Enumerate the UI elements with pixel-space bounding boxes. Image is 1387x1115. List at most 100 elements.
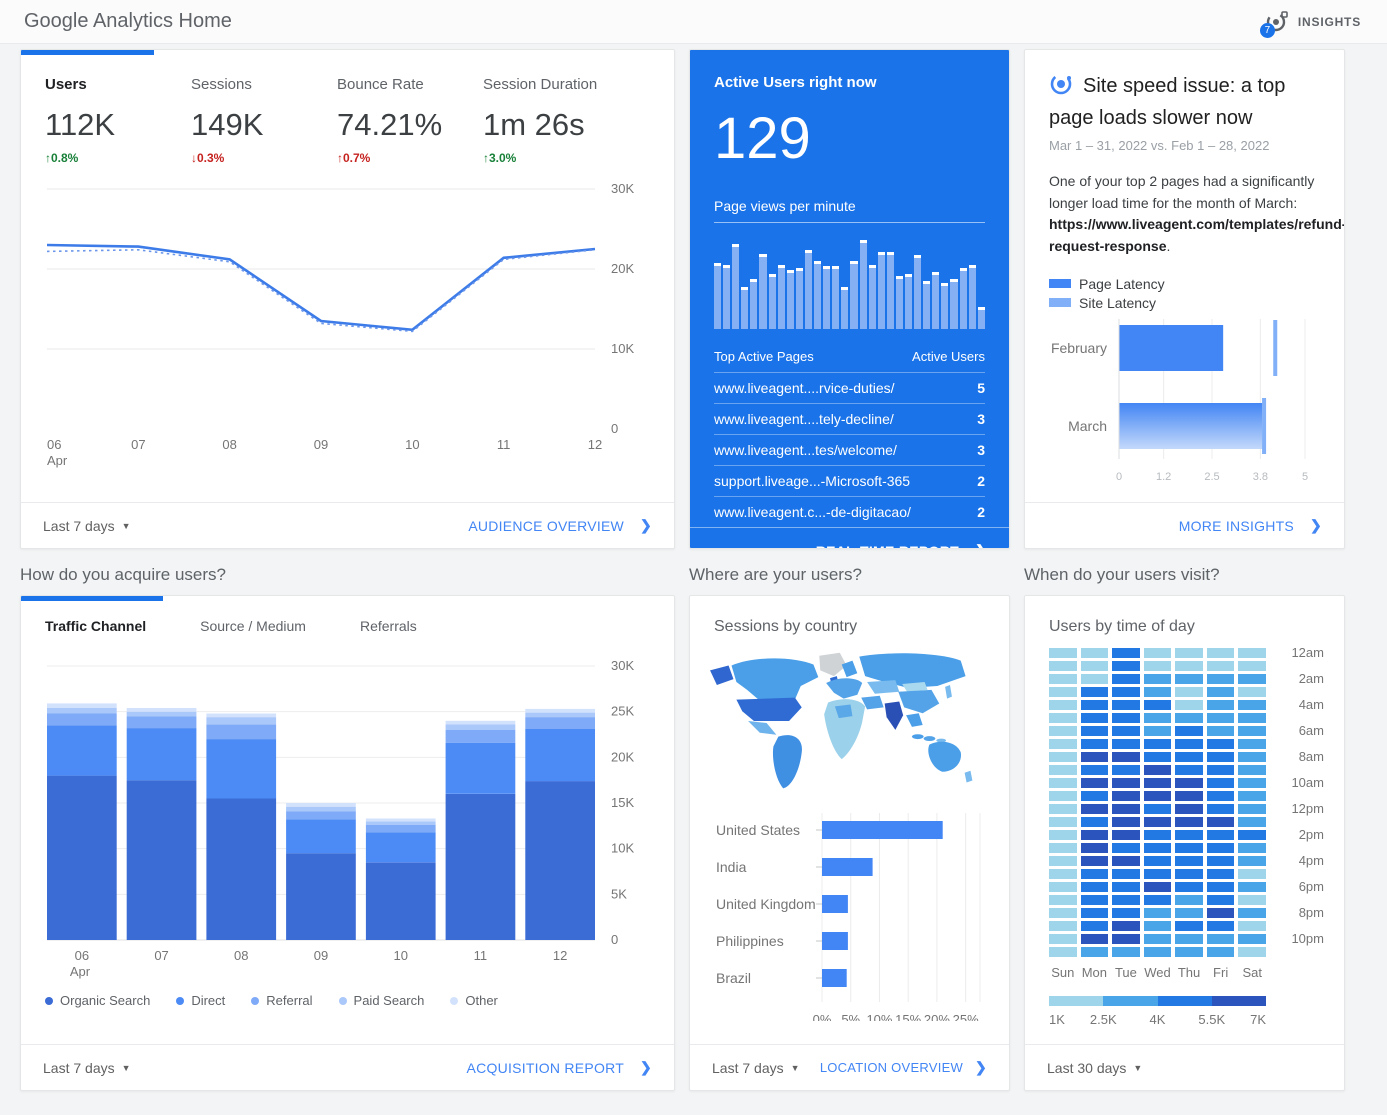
active-page-row[interactable]: support.liveage...-Microsoft-3652 [714,465,985,496]
heatmap-cell-mon-18[interactable] [1081,882,1109,892]
heatmap-cell-thu-10[interactable] [1175,778,1203,788]
heatmap-cell-fri-14[interactable] [1207,830,1235,840]
heatmap-cell-thu-17[interactable] [1175,869,1203,879]
tab-source-medium[interactable]: Source / Medium [200,618,306,634]
heatmap-cell-thu-18[interactable] [1175,882,1203,892]
heatmap-cell-sat-3[interactable] [1238,687,1266,697]
heatmap-cell-sat-6[interactable] [1238,726,1266,736]
heatmap-cell-thu-6[interactable] [1175,726,1203,736]
heatmap-cell-sun-20[interactable] [1049,908,1077,918]
heatmap-cell-wed-23[interactable] [1144,947,1172,957]
more-insights-link[interactable]: MORE INSIGHTS ❯ [1179,517,1322,534]
heatmap-cell-wed-14[interactable] [1144,830,1172,840]
heatmap-cell-fri-4[interactable] [1207,700,1235,710]
metric-users[interactable]: Users112K↑0.8% [45,76,191,165]
heatmap-cell-mon-0[interactable] [1081,648,1109,658]
heatmap-cell-thu-11[interactable] [1175,791,1203,801]
heatmap-cell-sat-22[interactable] [1238,934,1266,944]
heatmap-cell-tue-9[interactable] [1112,765,1140,775]
heatmap-cell-wed-5[interactable] [1144,713,1172,723]
heatmap-cell-sat-0[interactable] [1238,648,1266,658]
heatmap-cell-sun-21[interactable] [1049,921,1077,931]
heatmap-cell-mon-4[interactable] [1081,700,1109,710]
map-region-europe[interactable] [826,678,862,698]
heatmap-cell-mon-12[interactable] [1081,804,1109,814]
heatmap-cell-sat-4[interactable] [1238,700,1266,710]
heatmap-cell-sun-7[interactable] [1049,739,1077,749]
heatmap-cell-tue-19[interactable] [1112,895,1140,905]
tab-referrals[interactable]: Referrals [360,618,417,634]
map-region-united-states[interactable] [736,698,801,721]
heatmap-cell-tue-6[interactable] [1112,726,1140,736]
heatmap-cell-fri-19[interactable] [1207,895,1235,905]
heatmap-cell-mon-16[interactable] [1081,856,1109,866]
heatmap-cell-sat-5[interactable] [1238,713,1266,723]
date-range-dropdown[interactable]: Last 30 days ▼ [1047,1060,1142,1076]
heatmap-cell-wed-22[interactable] [1144,934,1172,944]
heatmap-cell-wed-6[interactable] [1144,726,1172,736]
heatmap-cell-wed-9[interactable] [1144,765,1172,775]
map-region-central-asia[interactable] [867,680,899,694]
heatmap-cell-sat-15[interactable] [1238,843,1266,853]
heatmap-cell-sun-10[interactable] [1049,778,1077,788]
map-region-canada[interactable] [732,658,819,701]
heatmap-cell-tue-8[interactable] [1112,752,1140,762]
date-range-dropdown[interactable]: Last 7 days ▼ [712,1060,800,1076]
heatmap-cell-sat-8[interactable] [1238,752,1266,762]
heatmap-cell-tue-12[interactable] [1112,804,1140,814]
heatmap-cell-tue-15[interactable] [1112,843,1140,853]
heatmap-cell-tue-10[interactable] [1112,778,1140,788]
heatmap-cell-sun-12[interactable] [1049,804,1077,814]
heatmap-cell-wed-15[interactable] [1144,843,1172,853]
audience-overview-link[interactable]: AUDIENCE OVERVIEW ❯ [468,517,652,534]
heatmap-cell-fri-13[interactable] [1207,817,1235,827]
heatmap-cell-thu-12[interactable] [1175,804,1203,814]
insights-button[interactable]: 7 INSIGHTS [1262,8,1361,36]
heatmap-cell-wed-2[interactable] [1144,674,1172,684]
active-page-row[interactable]: www.liveagent....rvice-duties/5 [714,372,985,403]
heatmap-cell-fri-12[interactable] [1207,804,1235,814]
heatmap-cell-sun-0[interactable] [1049,648,1077,658]
heatmap-cell-mon-9[interactable] [1081,765,1109,775]
heatmap-cell-tue-7[interactable] [1112,739,1140,749]
heatmap-cell-mon-3[interactable] [1081,687,1109,697]
heatmap-cell-sun-9[interactable] [1049,765,1077,775]
heatmap-cell-sat-1[interactable] [1238,661,1266,671]
heatmap-cell-fri-1[interactable] [1207,661,1235,671]
heatmap-cell-fri-20[interactable] [1207,908,1235,918]
heatmap-cell-tue-20[interactable] [1112,908,1140,918]
heatmap-cell-thu-0[interactable] [1175,648,1203,658]
heatmap-cell-sun-16[interactable] [1049,856,1077,866]
heatmap-cell-mon-11[interactable] [1081,791,1109,801]
heatmap-cell-thu-13[interactable] [1175,817,1203,827]
heatmap-cell-mon-15[interactable] [1081,843,1109,853]
heatmap-cell-mon-7[interactable] [1081,739,1109,749]
heatmap-cell-thu-15[interactable] [1175,843,1203,853]
heatmap-cell-sat-11[interactable] [1238,791,1266,801]
heatmap-cell-wed-4[interactable] [1144,700,1172,710]
heatmap-cell-mon-22[interactable] [1081,934,1109,944]
heatmap-cell-thu-14[interactable] [1175,830,1203,840]
metric-session-duration[interactable]: Session Duration1m 26s↑3.0% [483,76,629,165]
heatmap-cell-mon-23[interactable] [1081,947,1109,957]
heatmap-cell-sat-17[interactable] [1238,869,1266,879]
heatmap-cell-thu-23[interactable] [1175,947,1203,957]
heatmap-cell-wed-16[interactable] [1144,856,1172,866]
heatmap-cell-fri-10[interactable] [1207,778,1235,788]
heatmap-cell-sun-6[interactable] [1049,726,1077,736]
heatmap-cell-tue-17[interactable] [1112,869,1140,879]
heatmap-cell-thu-20[interactable] [1175,908,1203,918]
heatmap-cell-wed-3[interactable] [1144,687,1172,697]
heatmap-cell-tue-2[interactable] [1112,674,1140,684]
heatmap-cell-wed-8[interactable] [1144,752,1172,762]
heatmap-cell-wed-20[interactable] [1144,908,1172,918]
heatmap-cell-thu-1[interactable] [1175,661,1203,671]
heatmap-cell-sat-20[interactable] [1238,908,1266,918]
active-page-row[interactable]: www.liveagent.c...-de-digitacao/2 [714,496,985,527]
heatmap-cell-sun-13[interactable] [1049,817,1077,827]
heatmap-cell-fri-3[interactable] [1207,687,1235,697]
heatmap-cell-thu-7[interactable] [1175,739,1203,749]
heatmap-cell-tue-14[interactable] [1112,830,1140,840]
tab-traffic-channel[interactable]: Traffic Channel [45,618,146,634]
date-range-dropdown[interactable]: Last 7 days ▼ [43,518,131,534]
